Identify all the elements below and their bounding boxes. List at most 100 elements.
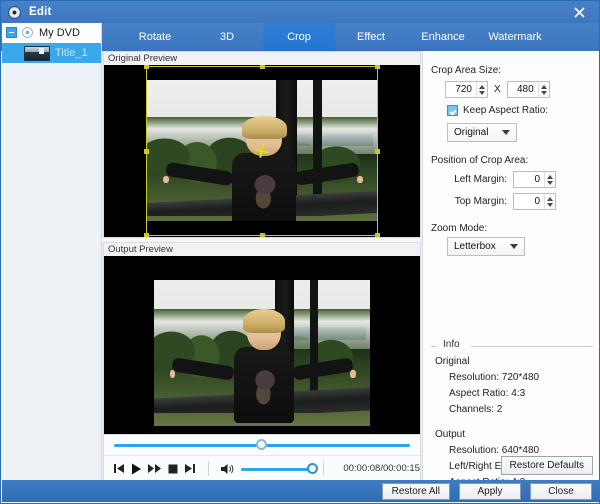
size-separator: X [494,84,501,95]
crop-width-arrows[interactable] [476,82,487,97]
top-margin-stepper[interactable]: 0 [513,193,556,210]
child-hair [242,116,287,139]
next-button[interactable] [182,459,200,479]
crop-height-value[interactable]: 480 [508,82,538,97]
child-hand-right [357,176,363,183]
output-video-frame [154,256,370,434]
original-preview-title: Original Preview [108,53,177,64]
tab-crop[interactable]: Crop [263,23,335,51]
child-shirt-print [249,366,281,406]
sidebar-item-label: Title_1 [55,47,88,59]
crop-size-row: 720 X 480 [445,81,550,98]
info-original-channels: Channels: 2 [431,404,593,415]
crop-height-stepper[interactable]: 480 [507,81,550,98]
stepper-up-icon[interactable] [547,175,553,179]
scene-child [230,120,300,227]
footer-bar: Restore All Apply Close [2,480,600,502]
top-margin-label: Top Margin: [447,196,507,207]
collapse-icon[interactable] [6,27,17,38]
child-hand-left [163,176,169,183]
tab-watermark[interactable]: Watermark [479,23,551,51]
apply-button[interactable]: Apply [459,483,521,500]
aspect-ratio-select[interactable]: Original [447,123,517,142]
edit-dialog: Edit Rotate 3D Crop Effect Enhance Water… [0,0,600,504]
close-dialog-button[interactable]: Close [530,483,592,500]
playback-controls: 00:00:08/00:00:15 [104,455,420,481]
letterbox-bottom [154,426,370,434]
stop-button[interactable] [164,459,182,479]
close-icon [573,6,586,19]
chevron-down-icon [510,244,518,249]
volume-slider[interactable] [241,462,314,476]
fast-forward-button[interactable] [146,459,164,479]
top-margin-row: Top Margin: 0 [447,193,556,210]
tab-rotate[interactable]: Rotate [119,23,191,51]
zoom-mode-label: Zoom Mode: [431,223,487,234]
divider [323,461,324,476]
stepper-down-icon[interactable] [479,91,485,95]
child-hand-right [350,370,356,378]
left-margin-arrows[interactable] [544,172,555,187]
top-margin-arrows[interactable] [544,194,555,209]
top-margin-value[interactable]: 0 [514,194,544,209]
restore-defaults-button[interactable]: Restore Defaults [501,456,593,475]
volume-icon [220,463,235,475]
play-icon [131,463,142,475]
window-title: Edit [29,6,52,18]
tab-enhance[interactable]: Enhance [407,23,479,51]
play-button[interactable] [128,459,146,479]
crop-options-panel: Crop Area Size: 720 X 480 Keep Aspect Ra [422,51,599,483]
zoom-mode-value: Letterbox [454,241,496,252]
stepper-up-icon[interactable] [479,85,485,89]
restore-all-button[interactable]: Restore All [382,483,450,500]
letterbox-top [146,65,378,80]
child-shirt-print [248,171,283,209]
info-original-resolution: Resolution: 720*480 [431,372,593,383]
stepper-up-icon[interactable] [541,85,547,89]
stepper-up-icon[interactable] [547,197,553,201]
keep-aspect-ratio-checkbox[interactable] [447,105,458,116]
letterbox-bottom [146,221,378,237]
letterbox-top [154,256,370,280]
time-display: 00:00:08/00:00:15 [343,463,420,474]
tab-3d[interactable]: 3D [191,23,263,51]
left-margin-label: Left Margin: [447,174,507,185]
volume-track [241,468,314,471]
left-margin-stepper[interactable]: 0 [513,171,556,188]
tab-effect[interactable]: Effect [335,23,407,51]
original-preview-stage[interactable] [103,65,421,238]
output-preview-stage[interactable] [103,256,421,435]
stepper-down-icon[interactable] [547,181,553,185]
crop-width-value[interactable]: 720 [446,82,476,97]
close-button[interactable] [559,1,599,23]
info-output-resolution: Resolution: 640*480 [431,445,593,456]
original-video-frame [146,65,378,237]
info-spacer [431,415,593,425]
stepper-down-icon[interactable] [541,91,547,95]
info-legend-label: Info [440,339,463,350]
crop-area-size-label: Crop Area Size: [431,65,501,76]
preview-column: Original Preview [103,51,421,483]
crop-width-stepper[interactable]: 720 [445,81,488,98]
keep-aspect-ratio-row[interactable]: Keep Aspect Ratio: [447,105,548,116]
keep-aspect-ratio-label: Keep Aspect Ratio: [463,105,548,116]
scene-child [232,313,297,423]
previous-button[interactable] [110,459,128,479]
left-margin-value[interactable]: 0 [514,172,544,187]
disc-icon [22,27,33,38]
legend-line-right [471,346,593,347]
zoom-mode-select[interactable]: Letterbox [447,237,525,256]
crop-height-arrows[interactable] [538,82,549,97]
title-bar: Edit [1,1,599,23]
output-preview-title: Output Preview [108,244,173,255]
sidebar-item-label: My DVD [39,27,80,39]
sidebar-item-title-1[interactable]: Title_1 [2,43,101,63]
volume-slider-thumb[interactable] [307,463,318,474]
seek-row [104,435,420,455]
sidebar: My DVD Title_1 [2,23,102,483]
stepper-down-icon[interactable] [547,203,553,207]
aspect-ratio-value: Original [454,127,488,138]
volume-button[interactable] [218,459,236,479]
sidebar-item-my-dvd[interactable]: My DVD [2,23,101,43]
seek-slider-thumb[interactable] [256,439,267,450]
